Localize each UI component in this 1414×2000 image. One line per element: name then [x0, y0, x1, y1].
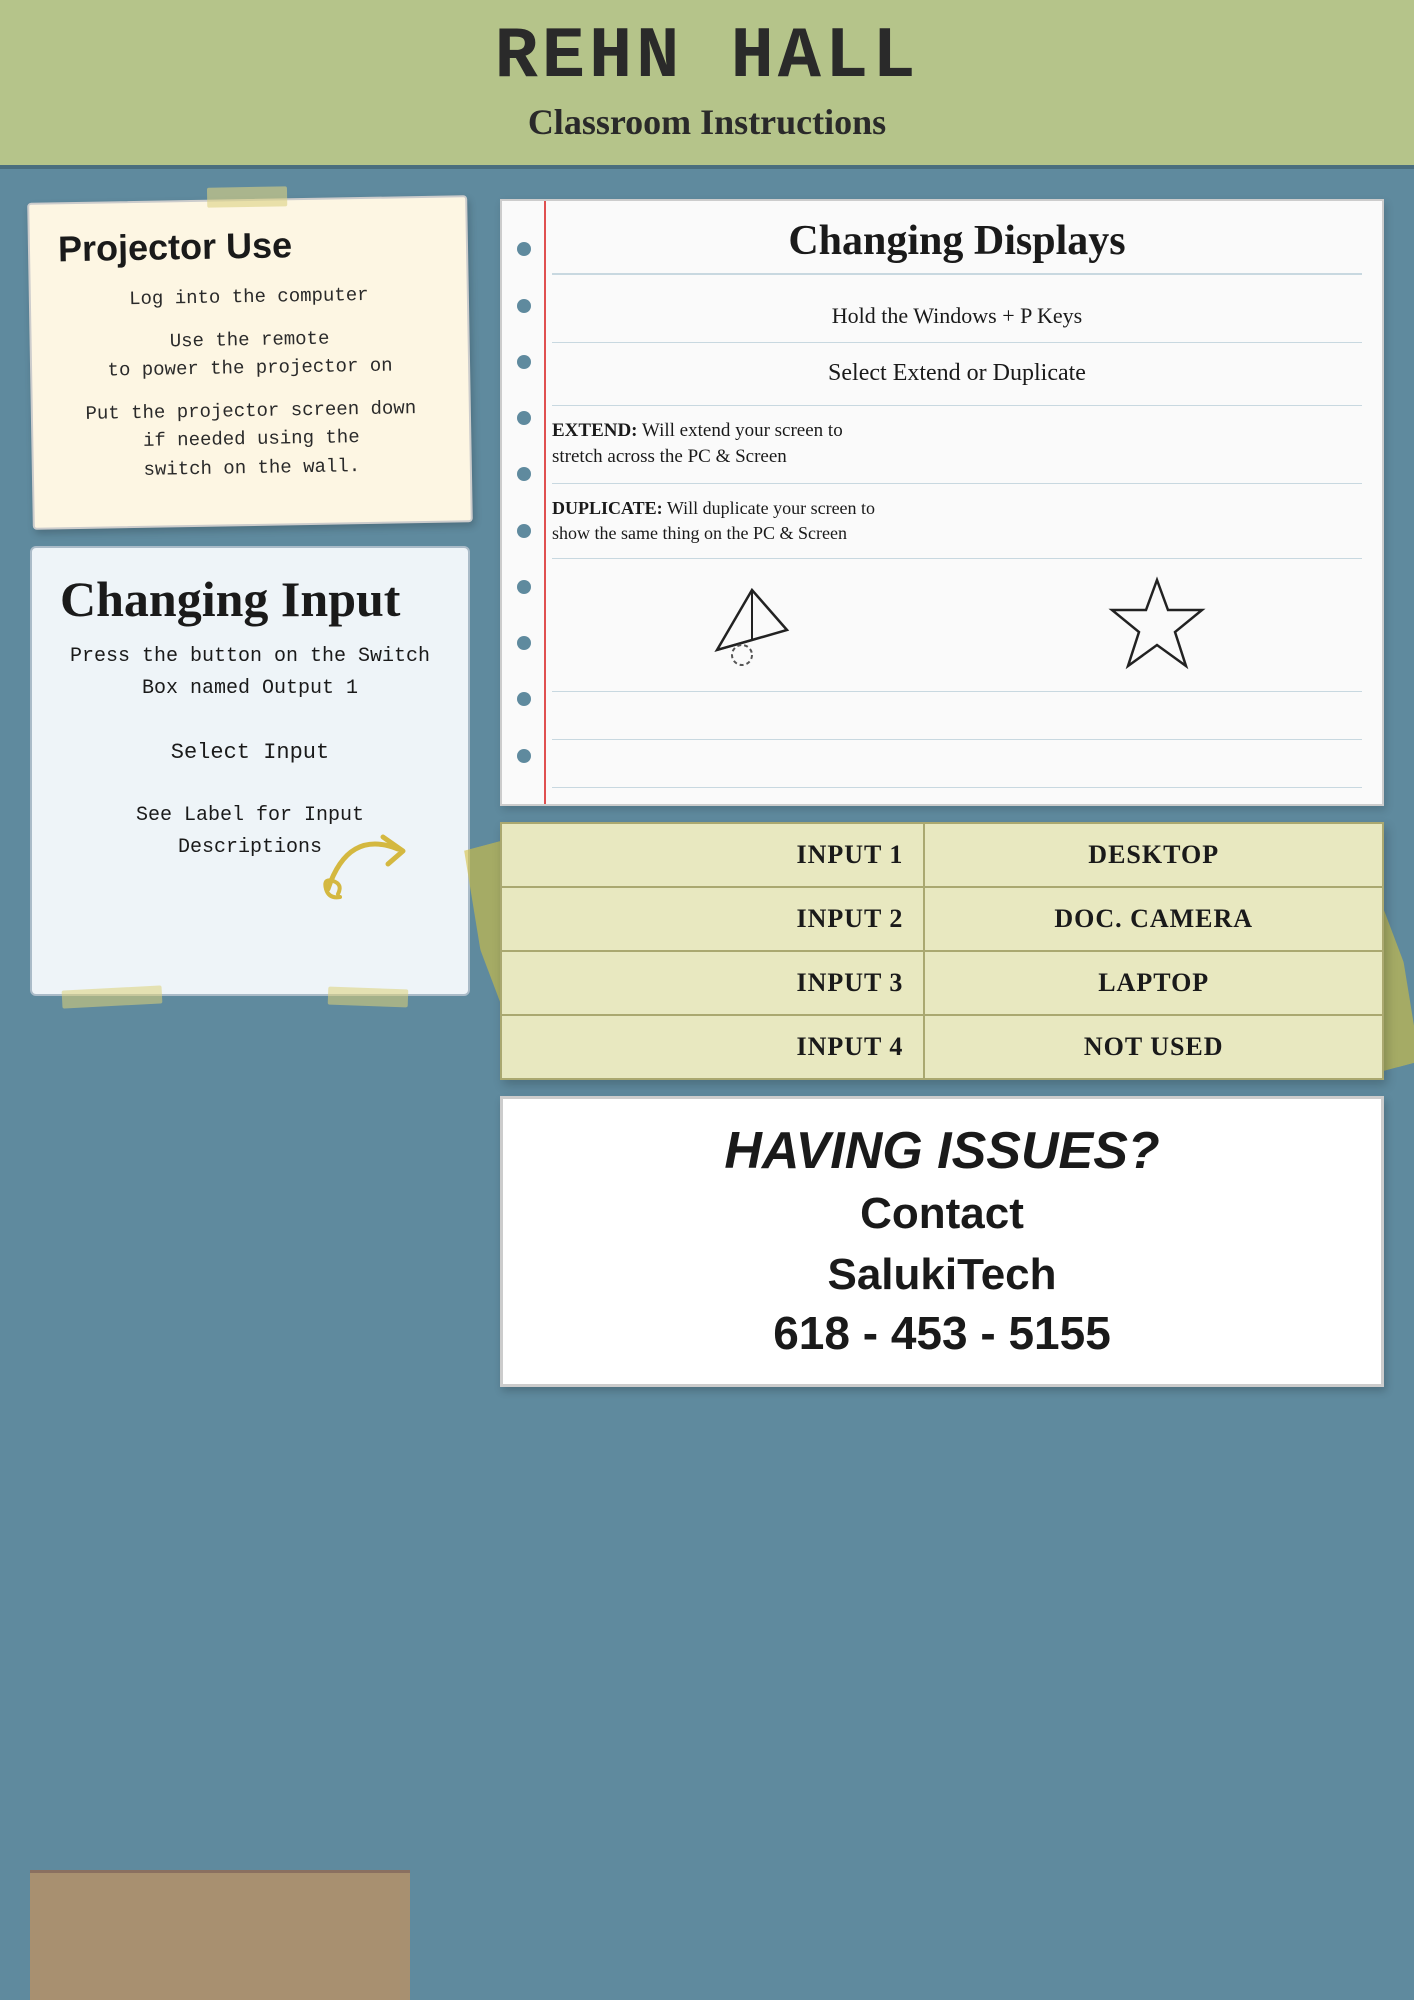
hole-3 [517, 355, 531, 369]
hole-7 [517, 580, 531, 594]
extra-line-1 [552, 692, 1362, 740]
table-row: INPUT 4 NOT USED [502, 1015, 1382, 1078]
projector-step-1: Log into the computer [59, 280, 439, 315]
issues-contact-line1: Contact [523, 1188, 1361, 1241]
hole-2 [517, 299, 531, 313]
tape-bottom-right [328, 987, 409, 1008]
changing-input-title: Changing Input [60, 572, 440, 627]
hole-1 [517, 242, 531, 256]
extra-line-2 [552, 740, 1362, 788]
hole-punches [514, 201, 534, 804]
hole-5 [517, 467, 531, 481]
issues-title: HAVING ISSUES? [523, 1123, 1361, 1180]
page-title: REHN HALL [20, 18, 1394, 97]
projector-use-card: Projector Use Log into the computer Use … [27, 195, 473, 530]
issues-phone: 618 - 453 - 5155 [523, 1306, 1361, 1360]
input-table-wrapper: INPUT 1 DESKTOP INPUT 2 DOC. CAMERA INPU… [500, 822, 1384, 1080]
display-step-2: Select Extend or Duplicate [552, 343, 1362, 406]
changing-displays-title: Changing Displays [552, 217, 1362, 275]
table-row: INPUT 1 DESKTOP [502, 824, 1382, 887]
changing-input-step-1: Press the button on the SwitchBox named … [60, 641, 440, 705]
input-label-1: INPUT 1 [502, 824, 924, 887]
display-step-3: EXTEND: Will extend your screen tostretc… [552, 406, 1362, 484]
projector-step-2: Use the remoteto power the projector on [59, 322, 440, 386]
input-label-3: INPUT 3 [502, 951, 924, 1015]
input-label-2: INPUT 2 [502, 887, 924, 951]
right-column: Changing Displays Hold the Windows + P K… [500, 199, 1384, 1386]
display-step-1: Hold the Windows + P Keys [552, 291, 1362, 343]
having-issues-card: HAVING ISSUES? Contact SalukiTech 618 - … [500, 1096, 1384, 1387]
table-row: INPUT 3 LAPTOP [502, 951, 1382, 1015]
hole-6 [517, 524, 531, 538]
device-label-3: LAPTOP [924, 951, 1382, 1015]
paper-airplane-icon [707, 580, 797, 670]
input-label-4: INPUT 4 [502, 1015, 924, 1078]
hole-4 [517, 411, 531, 425]
display-step-4: DUPLICATE: Will duplicate your screen to… [552, 484, 1362, 559]
projector-step-3: Put the projector screen downif needed u… [61, 393, 442, 485]
notebook-card: Changing Displays Hold the Windows + P K… [500, 199, 1384, 806]
issues-contact-line2: SalukiTech [523, 1249, 1361, 1302]
left-column: Projector Use Log into the computer Use … [30, 199, 470, 1386]
device-label-4: NOT USED [924, 1015, 1382, 1078]
tape-bottom-left [62, 986, 163, 1009]
lined-content: Changing Displays Hold the Windows + P K… [552, 217, 1362, 788]
star-icon [1107, 575, 1207, 675]
hole-8 [517, 636, 531, 650]
device-label-2: DOC. CAMERA [924, 887, 1382, 951]
table-row: INPUT 2 DOC. CAMERA [502, 887, 1382, 951]
changing-input-card: Changing Input Press the button on the S… [30, 546, 470, 996]
input-table-card: INPUT 1 DESKTOP INPUT 2 DOC. CAMERA INPU… [500, 822, 1384, 1080]
arrow-doodle [308, 809, 428, 914]
hole-10 [517, 749, 531, 763]
device-label-1: DESKTOP [924, 824, 1382, 887]
main-content: Projector Use Log into the computer Use … [0, 169, 1414, 1406]
changing-input-step-2: Select Input [60, 735, 440, 770]
header: REHN HALL Classroom Instructions [0, 0, 1414, 169]
page-subtitle: Classroom Instructions [20, 101, 1394, 143]
bottom-box [30, 1870, 410, 2000]
input-table: INPUT 1 DESKTOP INPUT 2 DOC. CAMERA INPU… [502, 824, 1382, 1078]
hole-9 [517, 692, 531, 706]
doodle-area [552, 559, 1362, 692]
projector-title: Projector Use [58, 222, 439, 271]
